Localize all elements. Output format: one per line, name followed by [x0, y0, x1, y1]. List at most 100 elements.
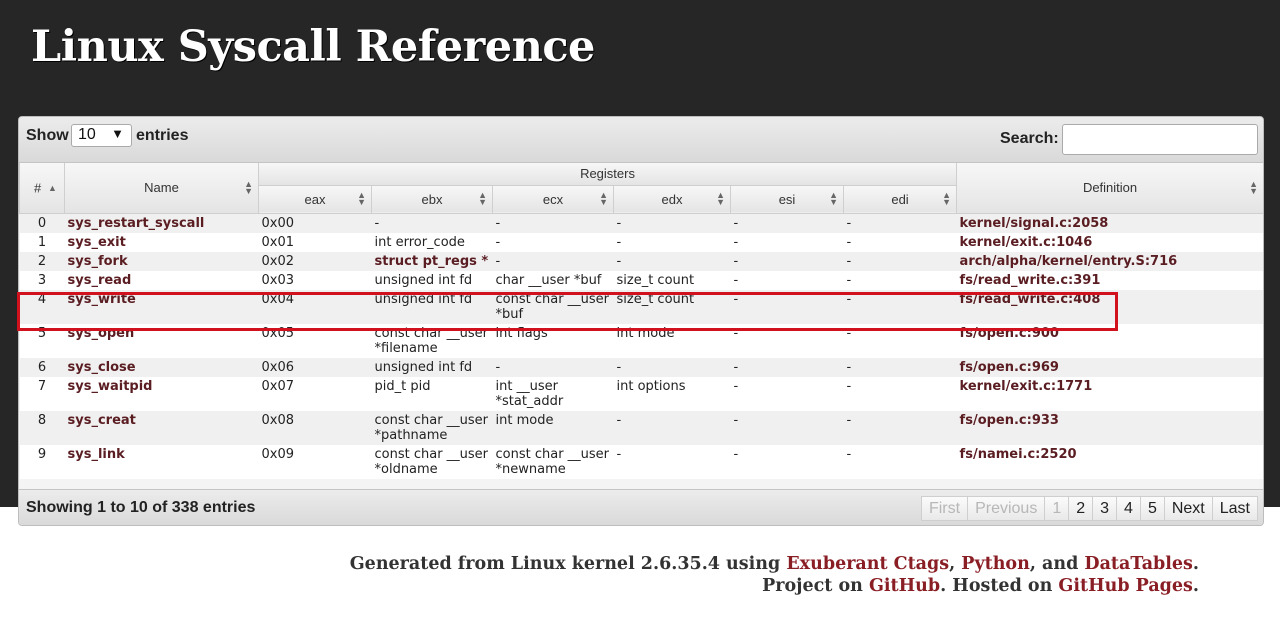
github-link[interactable]: GitHub — [869, 576, 940, 596]
datatables-link[interactable]: DataTables — [1084, 554, 1193, 574]
cell-ebx: const char __user *filename — [371, 323, 493, 358]
pagination: First Previous 1 2 3 4 5 Next Last — [920, 496, 1258, 521]
cell-definition-link[interactable]: kernel/exit.c:1771 — [956, 376, 1263, 411]
registers-label: Registers — [580, 166, 635, 182]
cell-name[interactable]: sys_open — [64, 323, 259, 358]
column-header-eax-label: eax — [304, 191, 326, 207]
cell-name[interactable]: sys_creat — [64, 410, 259, 445]
column-header-definition-label: Definition — [1082, 180, 1138, 196]
credits-text: . — [1192, 554, 1199, 574]
table-row: 2 sys_fork 0x02 struct pt_regs * - - - -… — [19, 251, 1263, 271]
cell-ecx: - — [492, 357, 614, 377]
cell-ecx: const char __user *buf — [492, 289, 614, 324]
cell-edx: - — [613, 410, 731, 445]
cell-name[interactable]: sys_fork — [64, 251, 259, 271]
page-previous-button[interactable]: Previous — [967, 496, 1046, 521]
page-first-button[interactable]: First — [920, 496, 969, 521]
chevron-down-icon: ▼ — [111, 126, 124, 141]
cell-edi: - — [843, 213, 957, 233]
entries-length-select[interactable]: 10 ▼ — [71, 124, 132, 147]
page-2-button[interactable]: 2 — [1068, 496, 1094, 521]
column-header-edi[interactable]: edi ▲ ▼ — [842, 185, 958, 214]
table-row: 6 sys_close 0x06 unsigned int fd - - - -… — [19, 357, 1263, 377]
column-header-esi[interactable]: esi ▲ ▼ — [730, 185, 844, 214]
sort-icon: ▲ ▼ — [1249, 178, 1259, 196]
cell-ebx-link[interactable]: struct pt_regs * — [371, 251, 493, 271]
column-header-edx[interactable]: edx ▲ ▼ — [613, 185, 731, 214]
cell-definition-link[interactable]: kernel/exit.c:1046 — [956, 232, 1263, 252]
cell-name[interactable]: sys_restart_syscall — [64, 213, 259, 233]
cell-edi: - — [843, 444, 957, 479]
cell-definition-link[interactable]: kernel/signal.c:2058 — [956, 213, 1263, 233]
cell-definition-link[interactable]: fs/open.c:900 — [956, 323, 1263, 358]
exuberant-ctags-link[interactable]: Exuberant Ctags — [786, 554, 949, 574]
credits-text: , — [949, 554, 962, 574]
sort-icon: ▲ ▼ — [244, 178, 253, 196]
cell-name[interactable]: sys_write — [64, 289, 259, 324]
cell-definition-link[interactable]: fs/open.c:933 — [956, 410, 1263, 445]
column-header-ecx[interactable]: ecx ▲ ▼ — [492, 185, 614, 214]
page-last-button[interactable]: Last — [1211, 496, 1258, 521]
credits-text: Project on — [762, 576, 869, 596]
column-header-edi-label: edi — [891, 191, 909, 207]
sort-icon: ▲ ▼ — [478, 190, 487, 207]
entries-label: entries — [136, 127, 189, 144]
page-1-button[interactable]: 1 — [1044, 496, 1070, 521]
cell-esi: - — [730, 289, 844, 324]
page-4-button[interactable]: 4 — [1116, 496, 1141, 521]
cell-name[interactable]: sys_read — [64, 270, 259, 290]
cell-edx: - — [613, 444, 731, 479]
entries-info: Showing 1 to 10 of 338 entries — [26, 499, 256, 516]
column-header-name-label: Name — [144, 180, 179, 196]
cell-num: 3 — [19, 270, 65, 290]
cell-name[interactable]: sys_link — [64, 444, 259, 479]
page-next-button[interactable]: Next — [1163, 496, 1213, 521]
cell-edx: - — [613, 232, 731, 252]
column-header-esi-label: esi — [778, 191, 796, 207]
cell-definition-link[interactable]: fs/open.c:969 — [956, 357, 1263, 377]
cell-esi: - — [730, 357, 844, 377]
credits-line-2: Project on GitHub. Hosted on GitHub Page… — [350, 575, 1199, 597]
page-5-button[interactable]: 5 — [1139, 496, 1165, 521]
cell-edx: - — [613, 251, 731, 271]
cell-num: 9 — [19, 444, 65, 479]
cell-esi: - — [730, 213, 844, 233]
cell-name[interactable]: sys_waitpid — [64, 376, 259, 411]
show-label: Show — [26, 127, 69, 144]
cell-num: 6 — [19, 357, 65, 377]
sort-icon: ▲ ▼ — [716, 190, 725, 207]
page-3-button[interactable]: 3 — [1092, 496, 1118, 521]
credits-line-1: Generated from Linux kernel 2.6.35.4 usi… — [350, 553, 1199, 575]
cell-edx: int options — [613, 376, 731, 411]
cell-eax: 0x06 — [258, 357, 372, 377]
cell-num: 0 — [19, 213, 65, 233]
cell-ecx: int __user *stat_addr — [492, 376, 614, 411]
cell-name[interactable]: sys_exit — [64, 232, 259, 252]
github-pages-link[interactable]: GitHub Pages — [1058, 576, 1193, 596]
cell-name[interactable]: sys_close — [64, 357, 259, 377]
cell-num: 5 — [19, 323, 65, 358]
column-header-eax[interactable]: eax ▲ ▼ — [258, 185, 372, 214]
cell-definition-link[interactable]: fs/read_write.c:408 — [956, 289, 1263, 324]
table-row: 3 sys_read 0x03 unsigned int fd char __u… — [19, 270, 1263, 290]
table-toolbar: Show 10 ▼ entries Search: — [19, 117, 1263, 163]
cell-ebx: unsigned int fd — [371, 357, 493, 377]
python-link[interactable]: Python — [961, 554, 1030, 574]
cell-ecx: char __user *buf — [492, 270, 614, 290]
column-header-ebx[interactable]: ebx ▲ ▼ — [371, 185, 493, 214]
cell-definition-link[interactable]: arch/alpha/kernel/entry.S:716 — [956, 251, 1263, 271]
column-header-definition[interactable]: Definition ▲ ▼ — [956, 163, 1263, 214]
cell-edx: size_t count — [613, 270, 731, 290]
cell-definition-link[interactable]: fs/read_write.c:391 — [956, 270, 1263, 290]
cell-definition-link[interactable]: fs/namei.c:2520 — [956, 444, 1263, 479]
cell-eax: 0x09 — [258, 444, 372, 479]
search-input[interactable] — [1062, 124, 1258, 155]
cell-ebx: unsigned int fd — [371, 289, 493, 324]
column-header-num[interactable]: # ▲ — [19, 163, 65, 214]
column-header-name[interactable]: Name ▲ ▼ — [64, 163, 259, 214]
cell-esi: - — [730, 232, 844, 252]
cell-eax: 0x00 — [258, 213, 372, 233]
cell-num: 8 — [19, 410, 65, 445]
credits: Generated from Linux kernel 2.6.35.4 usi… — [350, 553, 1199, 597]
credits-text: , and — [1029, 554, 1085, 574]
